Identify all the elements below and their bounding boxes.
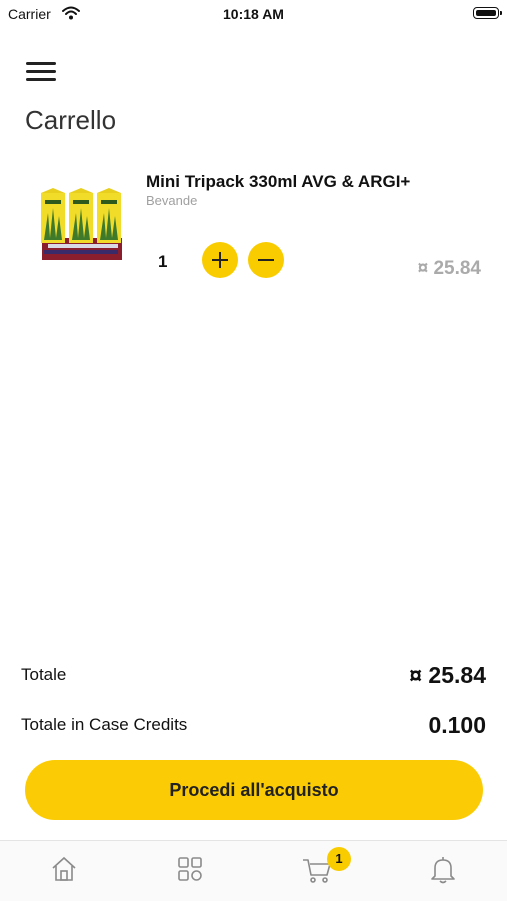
product-price: ¤ 25.84 (417, 258, 481, 279)
product-image[interactable] (38, 188, 128, 266)
clock: 10:18 AM (223, 6, 284, 22)
page-title: Carrello (25, 105, 117, 135)
product-category: Bevande (146, 193, 198, 208)
product-name[interactable]: Mini Tripack 330ml AVG & ARGI+ (146, 172, 410, 192)
home-icon[interactable] (50, 855, 80, 885)
total-label: Totale (21, 665, 67, 684)
quantity-value: 1 (158, 252, 168, 271)
bell-icon[interactable] (429, 855, 459, 885)
cart-badge: 1 (327, 847, 351, 871)
battery-icon (473, 7, 502, 19)
categories-grid-icon[interactable] (176, 855, 206, 885)
tab-bar: 1 (0, 840, 507, 901)
hamburger-menu-icon[interactable] (26, 60, 58, 84)
credits-label: Totale in Case Credits (21, 715, 188, 734)
status-bar: Carrier 10:18 AM (0, 0, 507, 28)
cart-item: Mini Tripack 330ml AVG & ARGI+ Bevande 1… (0, 160, 507, 290)
decrease-quantity-button[interactable] (248, 242, 284, 278)
checkout-button[interactable]: Procedi all'acquisto (25, 760, 483, 820)
credits-value: 0.100 (428, 712, 486, 738)
plus-icon (212, 252, 228, 268)
minus-icon (258, 259, 274, 261)
increase-quantity-button[interactable] (202, 242, 238, 278)
total-value: ¤ 25.84 (409, 662, 486, 688)
